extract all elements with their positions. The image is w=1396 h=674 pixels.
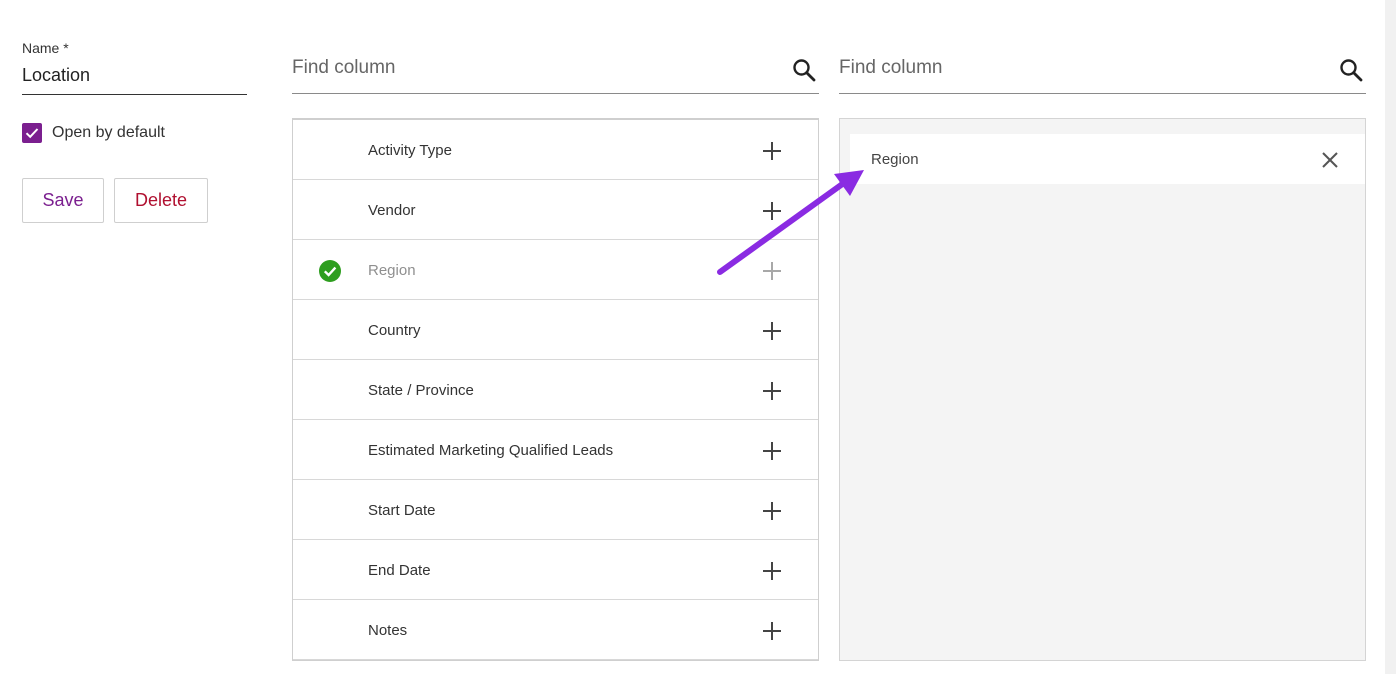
column-label: End Date — [368, 562, 431, 579]
available-columns-search — [292, 48, 819, 94]
plus-icon[interactable] — [762, 141, 782, 161]
plus-icon — [763, 262, 781, 280]
selected-column-item[interactable]: Region — [850, 134, 1365, 184]
selected-columns-search-input[interactable] — [839, 54, 1319, 82]
check-circle-icon — [319, 260, 341, 282]
name-input-value[interactable]: Location — [22, 65, 90, 86]
name-field[interactable]: Name * Location — [22, 40, 247, 95]
column-row[interactable]: Vendor — [293, 180, 818, 240]
selected-columns-search — [839, 48, 1366, 94]
selected-column-label: Region — [871, 151, 919, 168]
column-label: Country — [368, 322, 421, 339]
column-row[interactable]: Activity Type — [293, 120, 818, 180]
column-label: Estimated Marketing Qualified Leads — [368, 442, 614, 459]
delete-button[interactable]: Delete — [114, 178, 208, 223]
column-row[interactable]: Region — [293, 240, 818, 300]
column-label: Notes — [368, 622, 408, 639]
plus-icon[interactable] — [762, 441, 782, 461]
column-row[interactable]: Estimated Marketing Qualified Leads — [293, 420, 818, 480]
save-button[interactable]: Save — [22, 178, 104, 223]
close-icon[interactable] — [1322, 152, 1338, 168]
column-row[interactable]: Start Date — [293, 480, 818, 540]
column-label: Activity Type — [368, 142, 452, 159]
plus-icon[interactable] — [762, 501, 782, 521]
checkbox-checked-icon[interactable] — [22, 123, 42, 143]
column-label: Start Date — [368, 502, 436, 519]
plus-icon[interactable] — [762, 621, 782, 641]
column-label: Region — [368, 262, 416, 279]
plus-icon[interactable] — [762, 321, 782, 341]
column-label: Vendor — [368, 202, 416, 219]
page-scrollbar[interactable] — [1385, 0, 1396, 674]
available-columns-list: Activity Type Vendor Region Country State / … — [292, 118, 819, 661]
name-label: Name * — [22, 40, 69, 56]
column-row[interactable]: Notes — [293, 600, 818, 660]
search-icon[interactable] — [791, 57, 817, 83]
available-columns-search-input[interactable] — [292, 54, 772, 82]
plus-icon[interactable] — [762, 201, 782, 221]
plus-icon[interactable] — [762, 561, 782, 581]
open-by-default-label: Open by default — [52, 124, 165, 141]
open-by-default-checkbox[interactable]: Open by default — [22, 123, 165, 143]
column-row[interactable]: State / Province — [293, 360, 818, 420]
column-row[interactable]: End Date — [293, 540, 818, 600]
search-icon[interactable] — [1338, 57, 1364, 83]
selected-columns-panel: Region — [839, 118, 1366, 661]
column-row[interactable]: Country — [293, 300, 818, 360]
plus-icon[interactable] — [762, 381, 782, 401]
column-label: State / Province — [368, 382, 474, 399]
